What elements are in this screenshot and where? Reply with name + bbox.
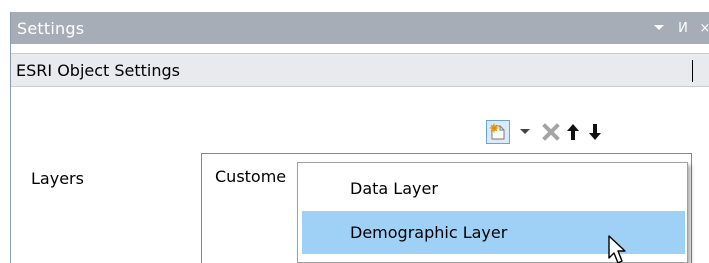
menu-item-data-layer[interactable]: Data Layer [302, 167, 685, 210]
menu-item-label: Data Layer [350, 179, 438, 198]
section-header[interactable]: ESRI Object Settings [11, 53, 709, 87]
menu-item-label: Demographic Layer [350, 223, 508, 242]
move-down-button[interactable] [588, 121, 602, 143]
titlebar-controls: И × [642, 12, 709, 44]
delete-layer-button[interactable] [540, 121, 562, 143]
mouse-pointer-icon [608, 235, 626, 263]
section-title: ESRI Object Settings [16, 61, 181, 80]
panel-title: Settings [17, 19, 85, 38]
arrow-down-icon [589, 124, 601, 140]
new-layer-dropdown-button[interactable] [514, 121, 536, 143]
new-layer-button[interactable] [486, 120, 510, 144]
chevron-down-icon[interactable] [652, 21, 666, 35]
chevron-down-icon [520, 129, 530, 134]
move-up-button[interactable] [566, 121, 580, 143]
delete-icon [542, 123, 560, 141]
pin-icon[interactable]: И [676, 21, 690, 36]
settings-panel: Settings И × ESRI Object Settings Layers… [10, 12, 709, 263]
arrow-up-icon [567, 124, 579, 140]
close-icon[interactable]: × [700, 21, 709, 36]
new-layer-icon [489, 123, 505, 140]
layers-label: Layers [31, 169, 84, 188]
layer-list-item[interactable]: Custome [215, 167, 293, 186]
layer-toolbar [486, 119, 610, 145]
panel-titlebar: Settings И × [11, 12, 709, 44]
section-divider [692, 60, 693, 82]
top-strip [0, 0, 709, 12]
